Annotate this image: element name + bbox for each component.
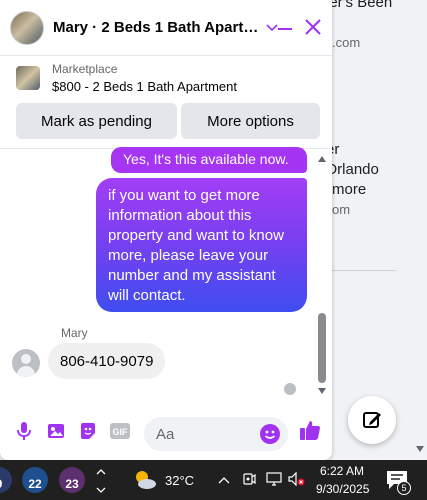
message-input-box[interactable] xyxy=(144,417,288,451)
photo-icon[interactable] xyxy=(45,420,67,442)
chat-title[interactable]: Mary · 2 Beds 1 Bath Apart… xyxy=(53,19,258,36)
marketplace-label: Marketplace xyxy=(52,62,118,76)
page-scrollbar[interactable] xyxy=(415,0,427,460)
new-message-icon xyxy=(363,412,381,428)
message-list[interactable]: Yes, It's this available now. if you wan… xyxy=(0,147,332,400)
new-message-button[interactable] xyxy=(348,396,396,444)
listing-thumbnail xyxy=(16,66,40,90)
message-scrollbar-thumb[interactable] xyxy=(318,313,326,383)
more-options-button[interactable]: More options xyxy=(181,103,320,139)
scroll-up-arrow-icon[interactable] xyxy=(318,156,326,162)
svg-text:GIF: GIF xyxy=(113,427,129,437)
weather-partly-cloudy-icon[interactable] xyxy=(132,468,158,492)
marketplace-listing[interactable]: Marketplace $800 - 2 Beds 1 Bath Apartme… xyxy=(16,62,237,94)
notification-count-badge: 5 xyxy=(397,481,411,495)
message-composer: GIF xyxy=(0,404,332,460)
avatar[interactable] xyxy=(10,10,44,45)
clock-date[interactable]: 9/30/2025 xyxy=(316,482,369,496)
taskbar-app-badge[interactable]: 9 xyxy=(0,467,12,493)
listing-title: $800 - 2 Beds 1 Bath Apartment xyxy=(52,79,238,94)
temperature-label[interactable]: 32°C xyxy=(165,473,194,488)
sender-avatar[interactable] xyxy=(12,349,40,377)
chat-window: Mary · 2 Beds 1 Bath Apart… Marketplace … xyxy=(0,0,332,460)
taskbar-overflow-chevrons-icon[interactable] xyxy=(96,464,106,496)
bg-domain-2: om xyxy=(332,202,351,217)
mark-as-pending-button[interactable]: Mark as pending xyxy=(16,103,177,139)
scroll-down-arrow-icon[interactable] xyxy=(416,446,424,452)
sender-name: Mary xyxy=(61,326,88,340)
windows-taskbar: 9 22 23 32°C 6:22 AM 9/30/2025 5 xyxy=(0,460,427,500)
bg-headline-2c[interactable]: more xyxy=(332,181,366,198)
meet-now-icon[interactable] xyxy=(242,472,256,489)
gif-icon[interactable]: GIF xyxy=(109,420,131,442)
seen-indicator-avatar xyxy=(284,383,296,395)
sticker-icon[interactable] xyxy=(77,420,99,442)
minimize-icon[interactable] xyxy=(278,28,292,30)
message-input[interactable] xyxy=(156,424,256,444)
network-icon[interactable] xyxy=(266,472,282,489)
emoji-icon[interactable] xyxy=(259,423,281,445)
thumbs-up-icon[interactable] xyxy=(298,418,322,442)
chevron-down-icon[interactable] xyxy=(266,21,278,35)
bg-domain-1: .com xyxy=(332,35,361,50)
volume-muted-icon[interactable] xyxy=(288,471,306,489)
incoming-message[interactable]: 806-410-9079 xyxy=(48,343,166,379)
taskbar-app-badge[interactable]: 22 xyxy=(22,467,48,493)
outgoing-message[interactable]: if you want to get more information abou… xyxy=(96,178,307,312)
microphone-icon[interactable] xyxy=(13,420,35,442)
outgoing-message[interactable]: Yes, It's this available now. xyxy=(111,147,307,173)
close-icon[interactable] xyxy=(303,17,323,37)
taskbar-app-badge[interactable]: 23 xyxy=(59,467,85,493)
show-hidden-icons-chevron-icon[interactable] xyxy=(218,472,230,488)
scroll-down-arrow-icon[interactable] xyxy=(318,388,326,394)
clock-time[interactable]: 6:22 AM xyxy=(320,464,364,478)
